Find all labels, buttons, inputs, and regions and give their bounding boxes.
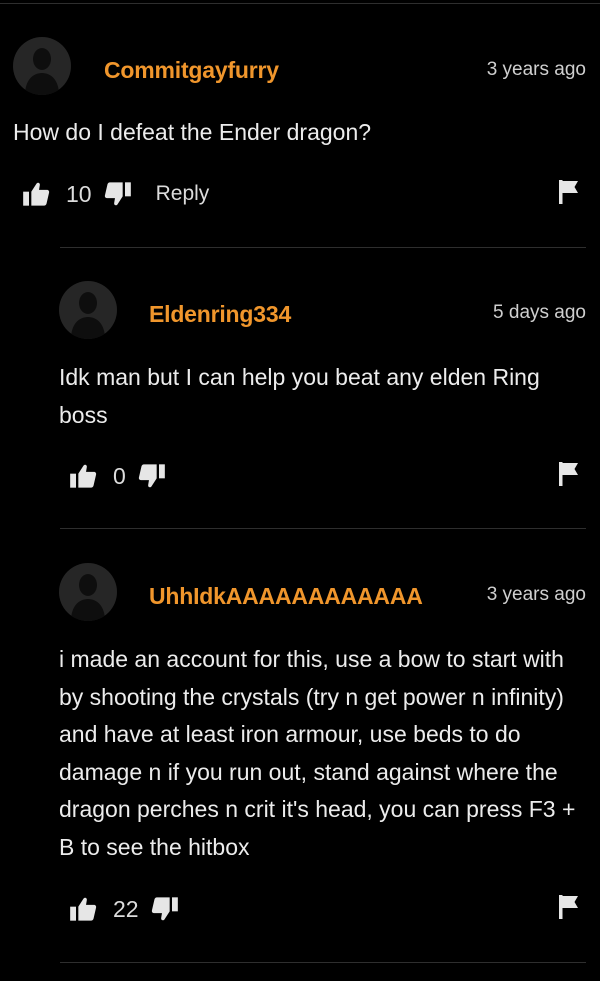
thumbs-up-icon	[70, 464, 97, 488]
thumbs-down-icon	[138, 464, 165, 488]
comment-timestamp: 3 years ago	[486, 59, 586, 80]
dislike-button[interactable]	[151, 895, 179, 923]
comment-timestamp: 5 days ago	[493, 302, 586, 323]
user-silhouette-icon	[71, 574, 105, 621]
comment-timestamp: 3 years ago	[486, 584, 586, 605]
user-silhouette-icon	[25, 48, 59, 95]
like-count: 0	[113, 462, 126, 489]
comment-text: i made an account for this, use a bow to…	[59, 646, 576, 860]
avatar[interactable]	[59, 281, 117, 339]
comment-actions: 22	[69, 894, 179, 924]
dislike-button[interactable]	[104, 180, 132, 208]
comment-divider	[60, 528, 586, 529]
flag-icon	[559, 180, 578, 204]
comment-username[interactable]: Commitgayfurry	[104, 57, 279, 84]
report-button[interactable]	[558, 894, 580, 925]
flag-icon	[559, 462, 578, 486]
thumbs-up-icon	[70, 897, 97, 921]
comment-actions: 0	[69, 461, 166, 491]
reply-button[interactable]: Reply	[156, 182, 210, 206]
like-count: 22	[113, 895, 139, 922]
comment-text: How do I defeat the Ender dragon?	[13, 119, 372, 145]
report-button[interactable]	[558, 179, 580, 210]
avatar[interactable]	[13, 37, 71, 95]
top-divider	[0, 3, 600, 4]
like-count: 10	[66, 180, 92, 207]
thumbs-down-icon	[104, 182, 131, 206]
avatar[interactable]	[59, 563, 117, 621]
thumbs-down-icon	[151, 897, 178, 921]
comment-username[interactable]: UhhIdkAAAAAAAAAAAA	[149, 583, 423, 610]
dislike-button[interactable]	[138, 462, 166, 490]
like-button[interactable]	[22, 180, 50, 208]
report-button[interactable]	[558, 461, 580, 492]
comment-divider	[60, 247, 586, 248]
comment-actions: 10 Reply	[22, 179, 209, 209]
comment-text: Idk man but I can help you beat any elde…	[59, 364, 540, 428]
user-silhouette-icon	[71, 292, 105, 339]
comment-username[interactable]: Eldenring334	[149, 301, 291, 328]
thumbs-up-icon	[23, 182, 50, 206]
flag-icon	[559, 895, 578, 919]
like-button[interactable]	[69, 462, 97, 490]
like-button[interactable]	[69, 895, 97, 923]
comment-divider	[60, 962, 586, 963]
